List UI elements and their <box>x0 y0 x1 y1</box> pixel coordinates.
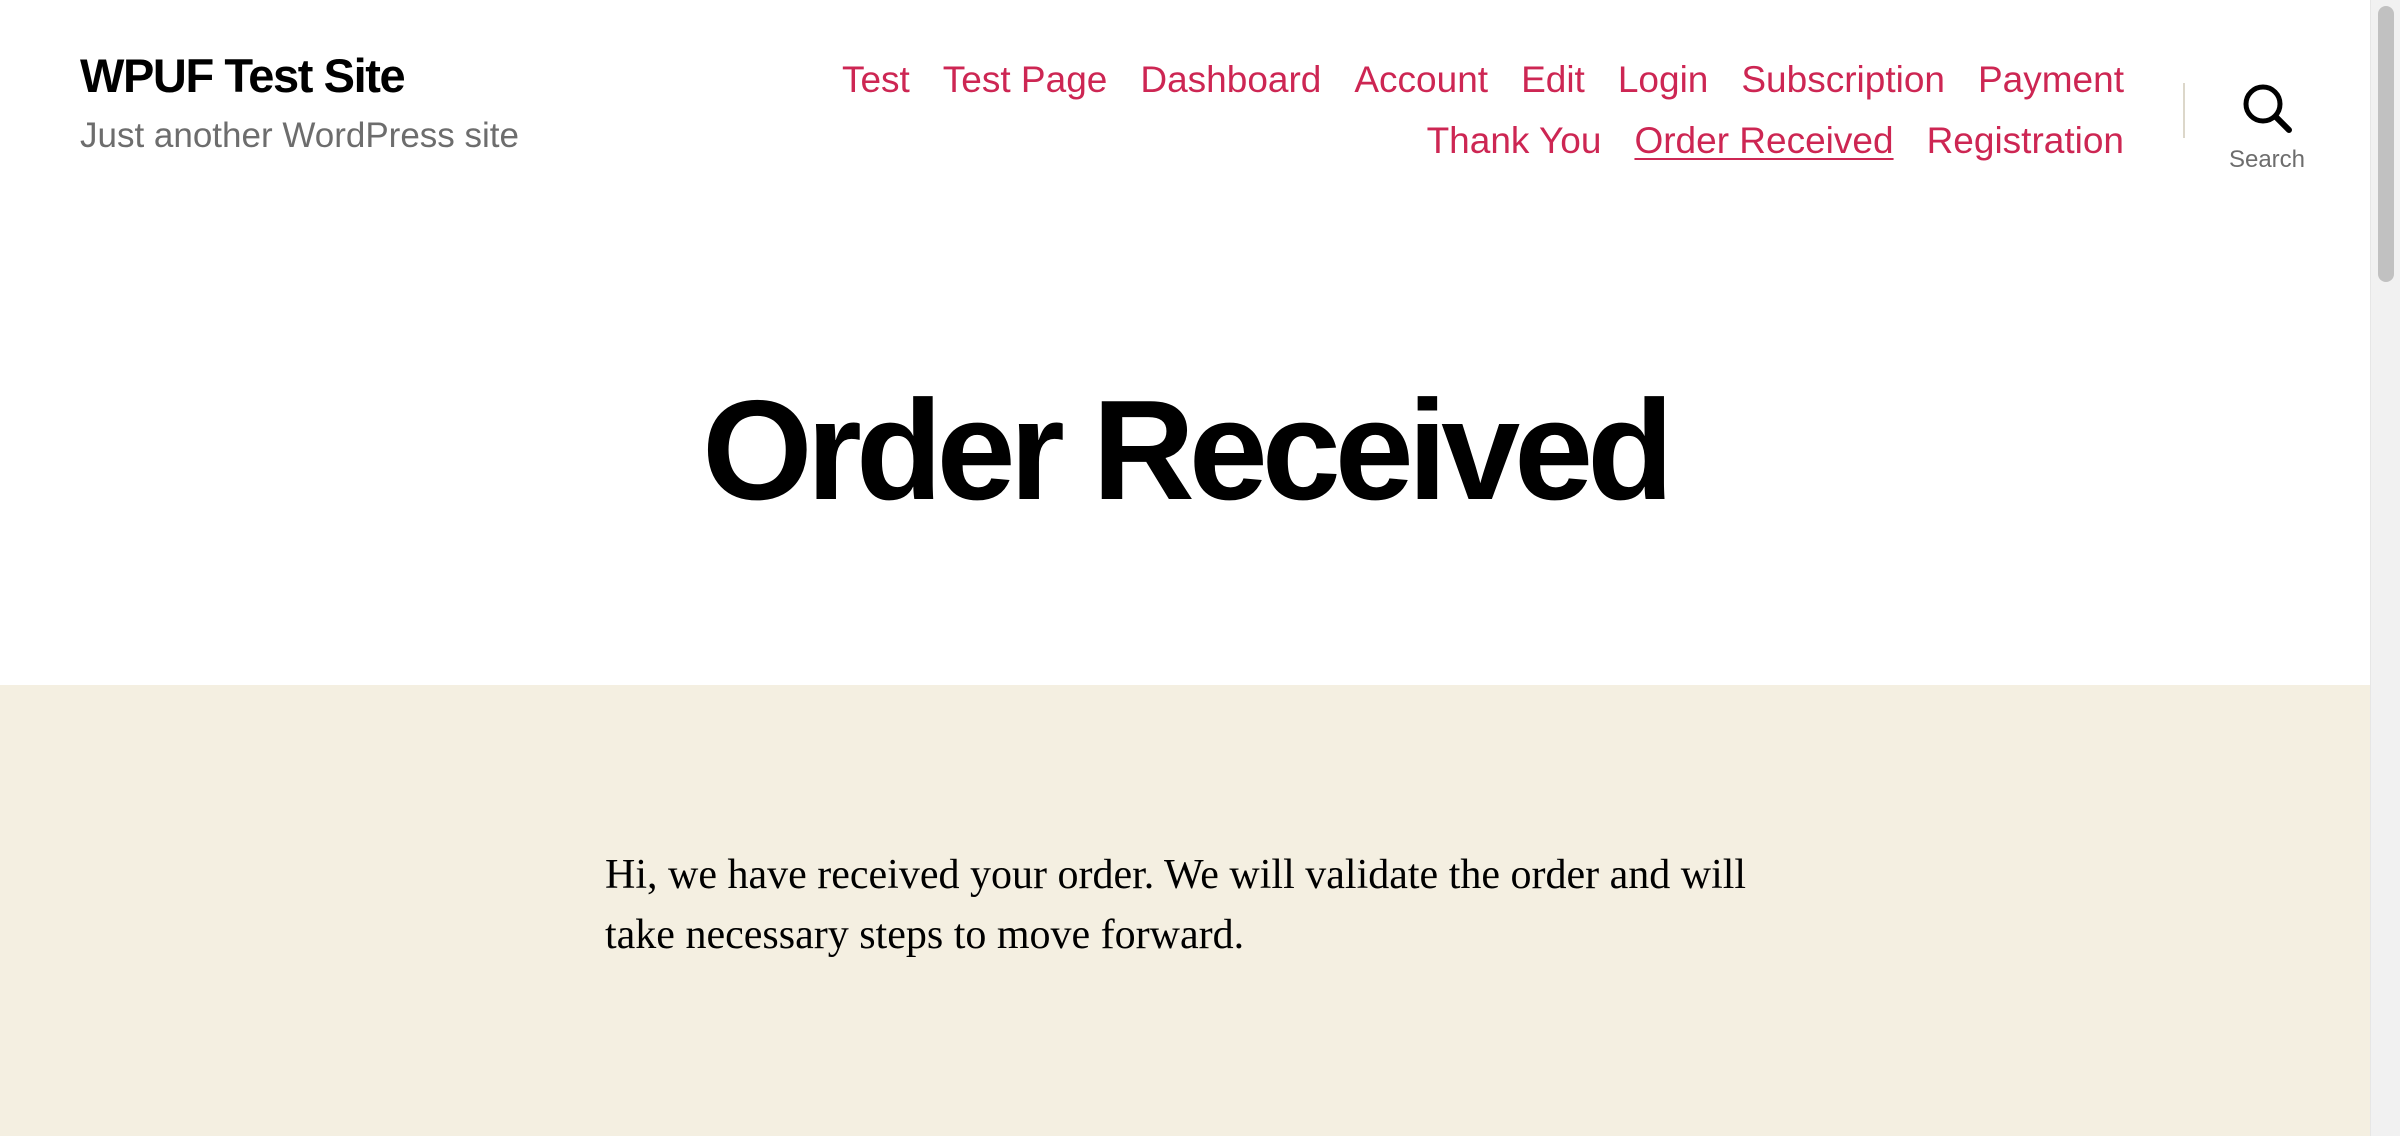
site-header: WPUF Test Site Just another WordPress si… <box>0 0 2370 220</box>
menu-link-account[interactable]: Account <box>1354 59 1488 100</box>
order-received-message: Hi, we have received your order. We will… <box>605 852 1747 959</box>
site-branding: WPUF Test Site Just another WordPress si… <box>80 48 519 157</box>
menu-link-edit[interactable]: Edit <box>1521 59 1585 100</box>
menu-item-account: Account <box>1354 58 1488 102</box>
search-label: Search <box>2228 146 2306 173</box>
menu-item-dashboard: Dashboard <box>1140 58 1321 102</box>
page: WPUF Test Site Just another WordPress si… <box>0 0 2370 1136</box>
menu-item-order-received: Order Received <box>1634 119 1893 163</box>
menu-item-login: Login <box>1618 58 1709 102</box>
menu-item-edit: Edit <box>1521 58 1585 102</box>
scrollbar-thumb[interactable] <box>2378 6 2394 282</box>
menu-link-subscription[interactable]: Subscription <box>1741 59 1945 100</box>
vertical-scrollbar[interactable] <box>2370 0 2400 1136</box>
menu-link-registration[interactable]: Registration <box>1927 120 2124 161</box>
menu-item-thank-you: Thank You <box>1427 119 1602 163</box>
entry-content: Hi, we have received your order. We will… <box>0 685 2370 1136</box>
menu-link-test-page[interactable]: Test Page <box>943 59 1108 100</box>
menu-link-test[interactable]: Test <box>842 59 910 100</box>
search-toggle-button[interactable]: Search <box>2212 82 2322 182</box>
primary-menu: Test Test Page Dashboard Account Edit Lo… <box>724 58 2124 164</box>
menu-item-test: Test <box>842 58 910 102</box>
page-title: Order Received <box>702 371 1674 530</box>
header-divider <box>2183 83 2185 138</box>
site-description: Just another WordPress site <box>80 116 519 156</box>
menu-item-payment: Payment <box>1978 58 2124 102</box>
menu-link-dashboard[interactable]: Dashboard <box>1140 59 1321 100</box>
menu-item-registration: Registration <box>1927 119 2124 163</box>
menu-link-payment[interactable]: Payment <box>1978 59 2124 100</box>
menu-link-login[interactable]: Login <box>1618 59 1709 100</box>
site-title-link[interactable]: WPUF Test Site <box>80 48 519 104</box>
search-icon <box>2243 84 2292 133</box>
menu-item-subscription: Subscription <box>1741 58 1945 102</box>
menu-link-order-received[interactable]: Order Received <box>1634 120 1893 161</box>
menu-link-thank-you[interactable]: Thank You <box>1427 120 1602 161</box>
entry-header: Order Received <box>0 220 2370 685</box>
menu-item-test-page: Test Page <box>943 58 1108 102</box>
